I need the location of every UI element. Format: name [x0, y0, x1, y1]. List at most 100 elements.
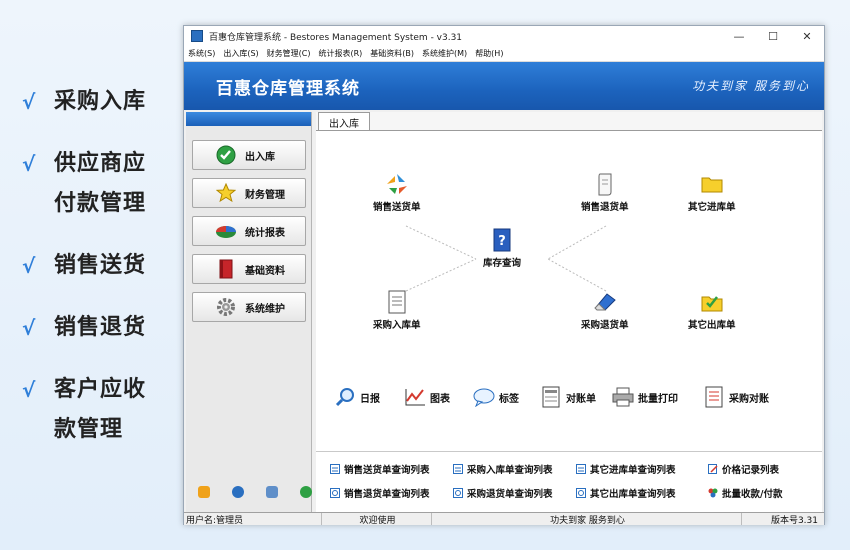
sidebar-item-label: 系统维护 — [245, 303, 285, 315]
link-sales-delivery-list[interactable]: 销售送货单查询列表 — [330, 462, 430, 476]
link-price-record-list[interactable]: 价格记录列表 — [708, 462, 779, 476]
link-label: 批量收款/付款 — [722, 489, 783, 500]
search-list-icon — [453, 488, 463, 498]
label-button[interactable]: 标签 — [473, 386, 519, 408]
feature-item: √ 客户应收 款管理 — [22, 370, 182, 450]
sidebar-item-stock[interactable]: 出入库 — [192, 140, 306, 170]
sales-return-item[interactable]: 销售退货单 — [581, 171, 629, 213]
banner: 百惠仓库管理系统 功夫到家 服务到心 — [184, 62, 824, 110]
feature-label: 采购入库 — [54, 89, 147, 114]
connector-line — [405, 225, 477, 260]
link-purchase-in-list[interactable]: 采购入库单查询列表 — [453, 462, 553, 476]
check-mark-icon: √ — [22, 90, 36, 114]
maximize-button[interactable]: ☐ — [756, 30, 790, 43]
title-bar: 百惠仓库管理系统 - Bestores Management System - … — [184, 26, 824, 46]
sidebar-item-finance[interactable]: 财务管理 — [192, 178, 306, 208]
menu-help[interactable]: 帮助(H) — [475, 48, 503, 59]
sidebar-item-maintenance[interactable]: 系统维护 — [192, 292, 306, 322]
connector-line — [547, 225, 607, 260]
brand-title: 百惠仓库管理系统 — [216, 79, 360, 99]
status-welcome: 欢迎使用 — [322, 513, 432, 526]
query-links: 销售送货单查询列表 采购入库单查询列表 其它进库单查询列表 价格记录列表 销售退… — [316, 451, 822, 513]
folder-check-icon — [699, 289, 725, 315]
tool-label: 批量打印 — [638, 393, 678, 405]
feature-item: √ 采购入库 — [22, 82, 182, 122]
menu-system[interactable]: 系统(S) — [188, 48, 215, 59]
menu-reports[interactable]: 统计报表(R) — [318, 48, 362, 59]
other-out-item[interactable]: 其它出库单 — [688, 289, 736, 331]
purchase-reconcile-button[interactable]: 采购对账 — [703, 386, 769, 408]
sidebar-item-label: 统计报表 — [245, 227, 285, 239]
sidebar-footer-icons — [198, 486, 312, 498]
search-list-icon — [576, 488, 586, 498]
sidebar-item-basic-data[interactable]: 基础资料 — [192, 254, 306, 284]
connector-line — [547, 258, 607, 292]
link-label: 其它出库单查询列表 — [590, 489, 676, 500]
window-title: 百惠仓库管理系统 - Bestores Management System - … — [209, 32, 463, 43]
item-label: 采购入库单 — [373, 320, 421, 331]
feature-item: √ 销售送货 — [22, 246, 182, 286]
ledger-icon — [540, 386, 562, 408]
minimize-button[interactable]: — — [722, 30, 756, 43]
menu-maintenance[interactable]: 系统维护(M) — [422, 48, 467, 59]
check-mark-icon: √ — [22, 378, 36, 402]
close-button[interactable]: ✕ — [790, 30, 824, 43]
sales-delivery-item[interactable]: 销售送货单 — [373, 171, 421, 213]
item-label: 销售退货单 — [581, 202, 629, 213]
scroll-icon — [592, 171, 618, 197]
tool-label: 对账单 — [566, 393, 596, 405]
status-slogan: 功夫到家 服务到心 — [432, 513, 742, 526]
feature-item: √ 销售退货 — [22, 308, 182, 348]
menu-stock[interactable]: 出入库(S) — [223, 48, 258, 59]
status-bar: 用户名:管理员 欢迎使用 功夫到家 服务到心 版本号3.31 — [184, 512, 824, 526]
link-sales-return-list[interactable]: 销售退货单查询列表 — [330, 486, 430, 500]
color-dots-icon — [708, 488, 718, 498]
menu-finance[interactable]: 财务管理(C) — [267, 48, 311, 59]
chart-button[interactable]: 图表 — [404, 386, 450, 408]
link-label: 价格记录列表 — [722, 465, 780, 476]
connector-line — [405, 258, 477, 292]
inventory-query-item[interactable]: ? 库存查询 — [483, 227, 521, 269]
link-other-out-list[interactable]: 其它出库单查询列表 — [576, 486, 676, 500]
flow-connectors — [405, 225, 607, 292]
link-batch-payment[interactable]: 批量收款/付款 — [708, 486, 782, 500]
info-icon[interactable] — [232, 486, 244, 498]
statement-button[interactable]: 对账单 — [540, 386, 596, 408]
speech-bubble-icon — [473, 386, 495, 408]
main-area: 出入库 销售送货单 销售退货单 其它进库单 ? 库存查询 采购入库单 采购退货单… — [316, 112, 822, 512]
tab-stock[interactable]: 出入库 — [318, 112, 370, 130]
link-label: 采购退货单查询列表 — [467, 489, 553, 500]
list-icon — [576, 464, 586, 474]
search-icon[interactable] — [266, 486, 278, 498]
tool-label: 日报 — [360, 393, 380, 405]
sidebar-header — [186, 112, 311, 126]
sidebar-item-label: 基础资料 — [245, 265, 285, 277]
daily-report-button[interactable]: 日报 — [334, 386, 380, 408]
magnifier-icon — [334, 386, 356, 408]
banner-slogan: 功夫到家 服务到心 — [692, 79, 810, 93]
sidebar: 出入库 财务管理 统计报表 基础资料 系统维护 — [186, 112, 312, 512]
link-purchase-return-list[interactable]: 采购退货单查询列表 — [453, 486, 553, 500]
purchase-return-item[interactable]: 采购退货单 — [581, 289, 629, 331]
folder-icon[interactable] — [198, 486, 210, 498]
back-icon[interactable] — [300, 486, 312, 498]
other-in-item[interactable]: 其它进库单 — [688, 171, 736, 213]
item-label: 采购退货单 — [581, 320, 629, 331]
book-icon — [215, 258, 237, 280]
sidebar-item-label: 财务管理 — [245, 189, 285, 201]
menu-basic-data[interactable]: 基础资料(B) — [370, 48, 414, 59]
tab-panel: 销售送货单 销售退货单 其它进库单 ? 库存查询 采购入库单 采购退货单 其它出… — [316, 130, 822, 512]
link-other-in-list[interactable]: 其它进库单查询列表 — [576, 462, 676, 476]
batch-print-button[interactable]: 批量打印 — [612, 386, 678, 408]
purchase-in-item[interactable]: 采购入库单 — [373, 289, 421, 331]
feature-list: √ 采购入库 √ 供应商应 付款管理 √ 销售送货 √ 销售退货 √ 客户应收 款管… — [22, 82, 182, 472]
list-icon — [453, 464, 463, 474]
sidebar-item-reports[interactable]: 统计报表 — [192, 216, 306, 246]
status-user: 用户名:管理员 — [184, 513, 322, 526]
link-label: 销售送货单查询列表 — [344, 465, 430, 476]
feature-label: 销售送货 — [54, 253, 147, 278]
feature-label: 供应商应 付款管理 — [54, 151, 147, 216]
tool-label: 图表 — [430, 393, 450, 405]
check-mark-icon: √ — [22, 316, 36, 340]
menu-bar: 系统(S) 出入库(S) 财务管理(C) 统计报表(R) 基础资料(B) 系统维… — [184, 46, 824, 62]
